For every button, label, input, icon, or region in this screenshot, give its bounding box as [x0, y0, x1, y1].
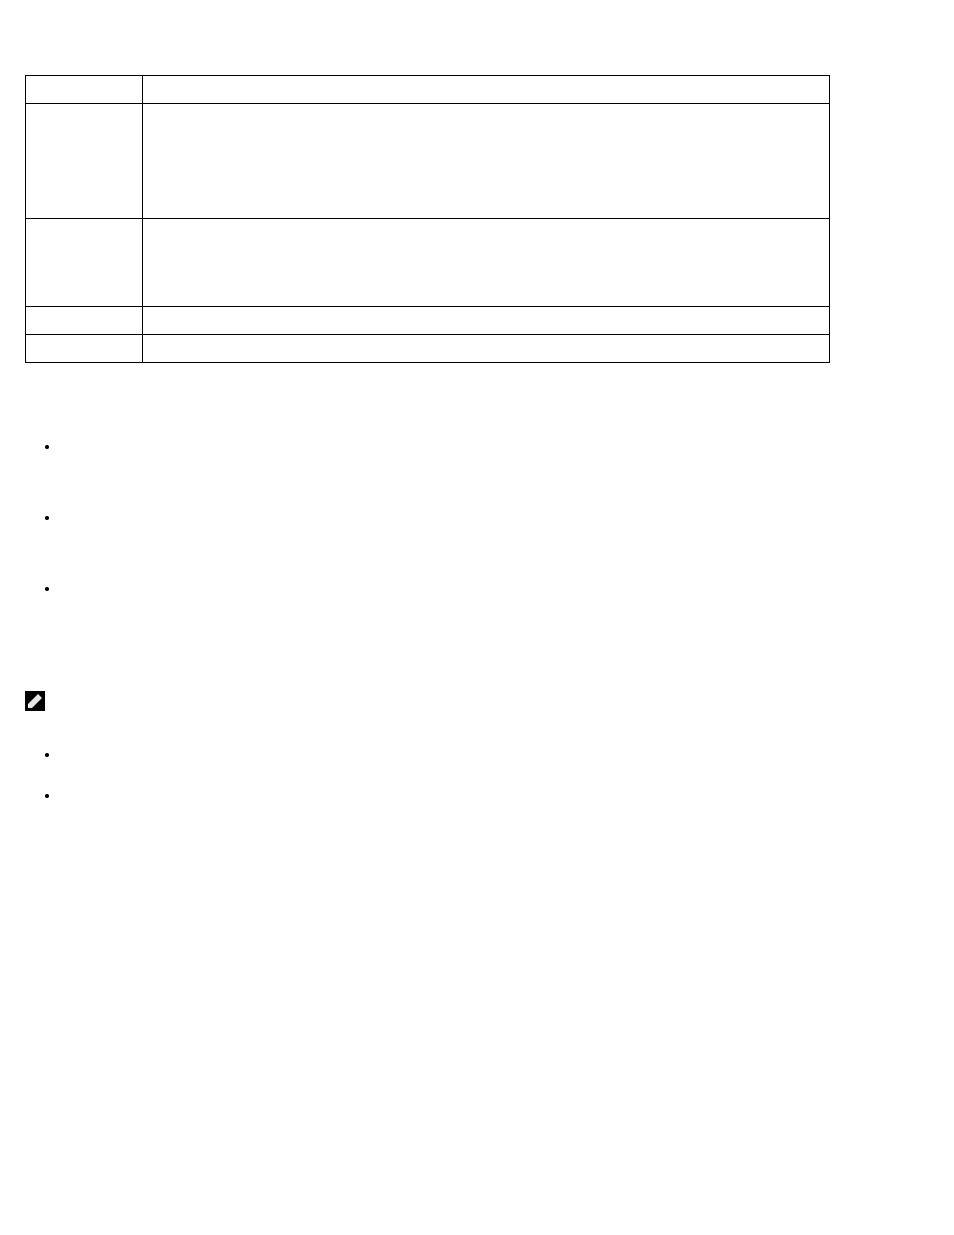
note-row — [25, 691, 929, 711]
table-cell — [143, 219, 830, 307]
table-cell — [26, 307, 143, 335]
table-cell — [26, 104, 143, 219]
list-item — [60, 438, 929, 454]
table-cell — [143, 76, 830, 104]
bullet-list-2 — [60, 746, 929, 803]
bullet-list-1 — [60, 438, 929, 596]
main-table — [25, 75, 830, 363]
list-item — [60, 787, 929, 803]
note-pencil-icon — [25, 691, 45, 711]
table-cell — [143, 335, 830, 363]
list-item — [60, 746, 929, 762]
table-cell — [143, 104, 830, 219]
table-cell — [26, 335, 143, 363]
list-item — [60, 580, 929, 596]
table-cell — [26, 76, 143, 104]
table-cell — [143, 307, 830, 335]
list-item — [60, 509, 929, 525]
table-cell — [26, 219, 143, 307]
